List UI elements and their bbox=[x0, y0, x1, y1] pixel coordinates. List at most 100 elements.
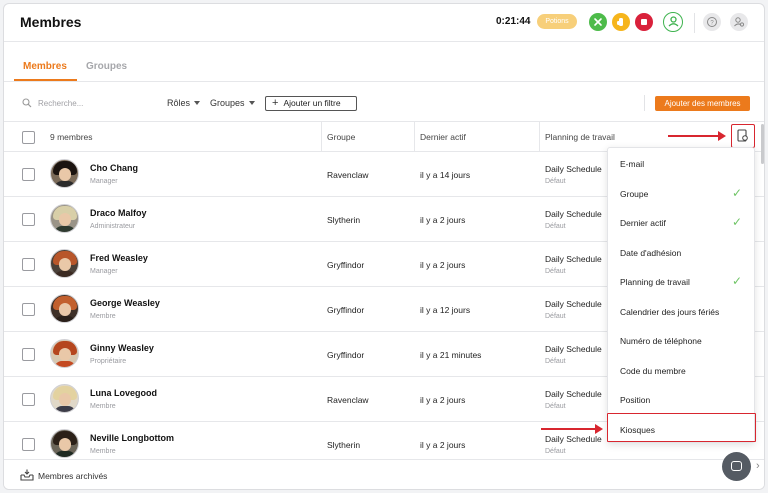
scrollbar[interactable] bbox=[761, 124, 764, 164]
chat-button[interactable] bbox=[722, 452, 751, 481]
archive-icon bbox=[20, 469, 34, 481]
menu-option-code-membre[interactable]: Code du membre bbox=[608, 355, 754, 385]
roles-dropdown[interactable]: Rôles bbox=[167, 98, 201, 108]
member-schedule-sub: Défaut bbox=[545, 223, 566, 230]
column-header-group[interactable]: Groupe bbox=[327, 132, 355, 142]
member-schedule: Daily Schedule bbox=[545, 344, 602, 354]
user-circle-icon[interactable] bbox=[663, 12, 683, 32]
member-role: Membre bbox=[90, 403, 116, 410]
menu-option-position[interactable]: Position bbox=[608, 384, 754, 414]
add-filter-button[interactable]: + Ajouter un filtre bbox=[265, 96, 357, 111]
row-checkbox[interactable] bbox=[22, 393, 35, 406]
task-badge[interactable]: Potions bbox=[537, 14, 577, 29]
column-header-last-active[interactable]: Dernier actif bbox=[420, 132, 466, 142]
column-divider bbox=[321, 122, 322, 151]
menu-option-label: Code du membre bbox=[620, 365, 686, 376]
member-schedule: Daily Schedule bbox=[545, 164, 602, 174]
tab-bar: Membres Groupes bbox=[4, 42, 764, 82]
tab-membres[interactable]: Membres bbox=[23, 61, 67, 72]
member-last-active: il y a 2 jours bbox=[420, 260, 466, 270]
column-divider bbox=[539, 122, 540, 151]
member-last-active: il y a 12 jours bbox=[420, 305, 471, 315]
member-role: Propriétaire bbox=[90, 358, 127, 365]
member-schedule-sub: Défaut bbox=[545, 268, 566, 275]
row-checkbox[interactable] bbox=[22, 168, 35, 181]
member-schedule-sub: Défaut bbox=[545, 403, 566, 410]
menu-option-email[interactable]: E-mail bbox=[608, 148, 754, 178]
member-name: Fred Weasley bbox=[90, 253, 148, 263]
member-schedule: Daily Schedule bbox=[545, 209, 602, 219]
divider bbox=[694, 13, 695, 33]
member-group: Slytherin bbox=[327, 215, 361, 225]
help-icon[interactable]: ? bbox=[703, 13, 721, 31]
member-schedule: Daily Schedule bbox=[545, 389, 602, 399]
row-checkbox[interactable] bbox=[22, 438, 35, 451]
add-filter-label: Ajouter un filtre bbox=[283, 98, 341, 108]
column-settings-icon bbox=[737, 129, 748, 142]
menu-option-label: Calendrier des jours fériés bbox=[620, 306, 720, 317]
groups-dropdown[interactable]: Groupes bbox=[210, 98, 255, 108]
chevron-right-icon[interactable]: › bbox=[756, 460, 760, 472]
row-checkbox[interactable] bbox=[22, 303, 35, 316]
hand-icon[interactable] bbox=[612, 13, 630, 31]
row-checkbox[interactable] bbox=[22, 258, 35, 271]
highlight-box bbox=[607, 413, 756, 442]
tab-groupes[interactable]: Groupes bbox=[86, 61, 127, 72]
menu-option-calendrier[interactable]: Calendrier des jours fériés bbox=[608, 296, 754, 326]
menu-option-label: E-mail bbox=[620, 159, 645, 169]
filter-bar: Rôles Groupes + Ajouter un filtre Ajouter… bbox=[4, 82, 764, 122]
member-role: Manager bbox=[90, 268, 118, 275]
plus-icon: + bbox=[272, 97, 279, 109]
member-last-active: il y a 21 minutes bbox=[420, 350, 482, 360]
top-bar: Membres 0:21:44 Potions ? bbox=[4, 4, 764, 42]
check-icon: ✓ bbox=[731, 215, 742, 229]
avatar bbox=[50, 294, 79, 323]
member-last-active: il y a 2 jours bbox=[420, 215, 466, 225]
row-checkbox[interactable] bbox=[22, 213, 35, 226]
member-count: 9 membres bbox=[50, 132, 93, 142]
roles-dropdown-label: Rôles bbox=[167, 98, 191, 108]
menu-option-groupe[interactable]: Groupe ✓ bbox=[608, 178, 754, 208]
member-group: Gryffindor bbox=[327, 305, 365, 315]
column-header-schedule[interactable]: Planning de travail bbox=[545, 132, 615, 142]
member-role: Membre bbox=[90, 313, 116, 320]
member-last-active: il y a 14 jours bbox=[420, 170, 471, 180]
column-settings-button[interactable] bbox=[731, 124, 755, 148]
active-tab-underline bbox=[14, 79, 77, 81]
menu-option-date-adhesion[interactable]: Date d'adhésion bbox=[608, 237, 754, 267]
member-role: Manager bbox=[90, 178, 118, 185]
member-name: Neville Longbottom bbox=[90, 433, 174, 443]
member-last-active: il y a 2 jours bbox=[420, 440, 466, 450]
member-group: Ravenclaw bbox=[327, 170, 369, 180]
row-checkbox[interactable] bbox=[22, 348, 35, 361]
member-role: Administrateur bbox=[90, 223, 136, 230]
stop-icon[interactable] bbox=[635, 13, 653, 31]
select-all-checkbox[interactable] bbox=[22, 131, 35, 144]
column-divider bbox=[414, 122, 415, 151]
caret-down-icon bbox=[248, 101, 255, 105]
member-group: Gryffindor bbox=[327, 350, 365, 360]
member-schedule-sub: Défaut bbox=[545, 448, 566, 455]
search-input[interactable] bbox=[38, 95, 148, 111]
member-name: Cho Chang bbox=[90, 163, 138, 173]
archived-members-link[interactable]: Membres archivés bbox=[38, 471, 107, 481]
member-name: Draco Malfoy bbox=[90, 208, 147, 218]
divider bbox=[644, 95, 645, 111]
member-schedule-sub: Défaut bbox=[545, 178, 566, 185]
member-last-active: il y a 2 jours bbox=[420, 395, 466, 405]
user-settings-icon[interactable] bbox=[730, 13, 748, 31]
check-icon: ✓ bbox=[731, 274, 742, 288]
page-title: Membres bbox=[20, 14, 82, 30]
add-members-button[interactable]: Ajouter des membres bbox=[655, 96, 750, 111]
menu-option-planning[interactable]: Planning de travail ✓ bbox=[608, 266, 754, 296]
menu-option-label: Groupe bbox=[620, 188, 649, 199]
play-icon[interactable] bbox=[589, 13, 607, 31]
app-frame: Membres 0:21:44 Potions ? Membres Groupe… bbox=[3, 3, 765, 490]
annotation-arrow bbox=[541, 424, 603, 434]
member-group: Slytherin bbox=[327, 440, 361, 450]
member-group: Gryffindor bbox=[327, 260, 365, 270]
avatar bbox=[50, 384, 79, 413]
menu-option-telephone[interactable]: Numéro de téléphone bbox=[608, 325, 754, 355]
menu-option-dernier-actif[interactable]: Dernier actif ✓ bbox=[608, 207, 754, 237]
avatar bbox=[50, 429, 79, 458]
